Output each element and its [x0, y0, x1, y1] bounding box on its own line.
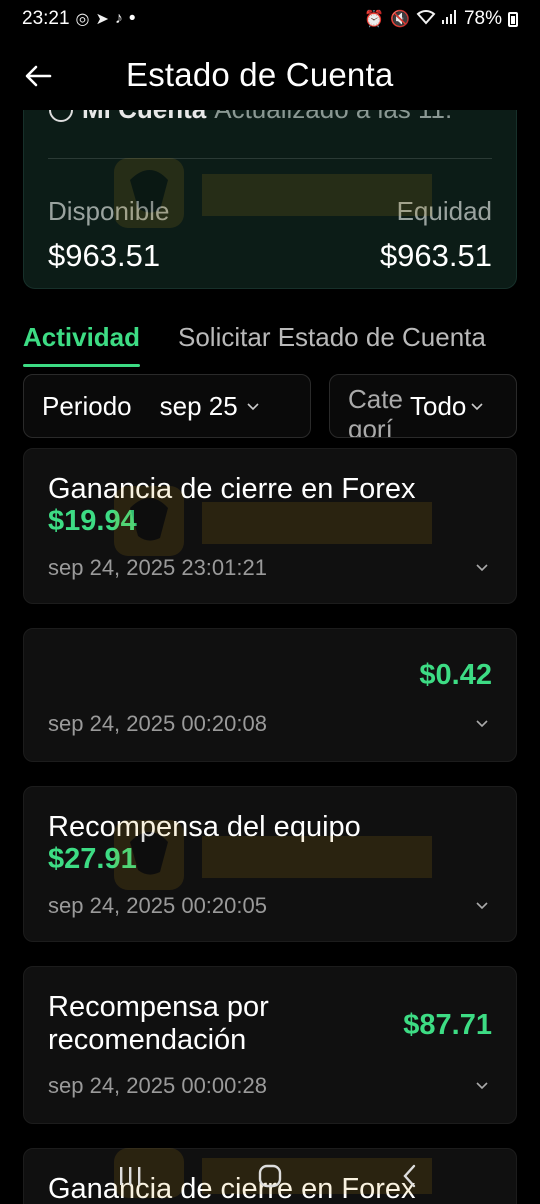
transaction-card[interactable]: $0.42 sep 24, 2025 00:20:08 [23, 628, 517, 762]
chevron-down-icon[interactable] [474, 1077, 490, 1093]
back-arrow-icon [25, 65, 52, 87]
period-filter[interactable]: Periodo sep 25 [23, 374, 311, 438]
period-value: sep 25 [159, 390, 238, 421]
signal-icon [441, 9, 458, 29]
transaction-date: sep 24, 2025 00:20:08 [48, 711, 267, 736]
tab-actividad[interactable]: Actividad [23, 322, 141, 367]
system-navigation-bar [0, 1148, 540, 1204]
app-header: Estado de Cuenta [0, 48, 540, 108]
alarm-icon: ⏰ [364, 11, 385, 28]
transaction-amount: $19.94 [48, 505, 137, 537]
telegram-icon: ➤ [95, 11, 109, 28]
equity-value: $963.51 [379, 238, 492, 273]
transaction-card[interactable]: Recompensa del equipo $27.91 sep 24, 202… [23, 786, 517, 942]
account-updated: Actualizado a las 11: [214, 110, 452, 125]
chevron-down-icon [471, 403, 483, 411]
account-header-peek: Mi Cuenta Actualizado a las 11: [48, 110, 452, 125]
transaction-amount: $0.42 [419, 659, 492, 691]
back-button[interactable] [18, 56, 58, 96]
account-name: Mi Cuenta [82, 110, 206, 125]
home-button[interactable] [240, 1156, 300, 1196]
tiktok-icon: ♪ [114, 10, 123, 27]
recents-button[interactable] [100, 1156, 160, 1196]
category-label: Categoría [348, 384, 403, 438]
transaction-amount: $87.71 [403, 1009, 492, 1041]
chevron-down-icon[interactable] [474, 559, 490, 575]
account-icon [49, 110, 73, 122]
status-bar: 23:21 ◎ ➤ ♪ • ⏰ 🔇 78% [0, 0, 540, 38]
chevron-down-icon[interactable] [474, 897, 490, 913]
divider [48, 158, 492, 159]
recents-icon [120, 1167, 141, 1185]
wifi-icon [416, 9, 436, 30]
available-label: Disponible [48, 196, 170, 226]
available-value: $963.51 [48, 238, 161, 273]
category-value: Todo [410, 390, 467, 421]
period-label: Periodo [42, 390, 132, 421]
equity-label: Equidad [396, 196, 492, 226]
transaction-title: Ganancia de cierre en Forex [48, 473, 416, 505]
back-nav-icon [403, 1164, 416, 1188]
account-summary-card: Mi Cuenta Actualizado a las 11: Disponib… [23, 110, 517, 289]
category-filter[interactable]: Categoría Todo [329, 374, 517, 438]
notification-dot: • [128, 8, 136, 29]
transaction-date: sep 24, 2025 23:01:21 [48, 555, 267, 580]
transaction-amount: $27.91 [48, 843, 137, 875]
chevron-down-icon[interactable] [474, 715, 490, 731]
battery-percent: 78% [463, 8, 502, 29]
whatsapp-icon: ◎ [75, 11, 90, 28]
clock: 23:21 [22, 8, 70, 29]
page-title: Estado de Cuenta [126, 56, 394, 93]
transaction-date: sep 24, 2025 00:00:28 [48, 1073, 267, 1098]
transaction-card[interactable]: Recompensa por recomendación $87.71 sep … [23, 966, 517, 1124]
back-nav-button[interactable] [380, 1156, 440, 1196]
chevron-down-icon [247, 403, 259, 411]
mute-icon: 🔇 [390, 11, 410, 28]
home-icon [258, 1164, 282, 1188]
transaction-title: Recompensa por recomendación [48, 991, 269, 1056]
tab-solicitar-estado[interactable]: Solicitar Estado de Cuenta [178, 322, 486, 353]
tab-bar: Actividad Solicitar Estado de Cuenta [23, 322, 540, 372]
battery-icon [508, 11, 518, 27]
transaction-card[interactable]: Ganancia de cierre en Forex $19.94 sep 2… [23, 448, 517, 604]
transaction-date: sep 24, 2025 00:20:05 [48, 893, 267, 918]
transaction-title: Recompensa del equipo [48, 811, 361, 843]
